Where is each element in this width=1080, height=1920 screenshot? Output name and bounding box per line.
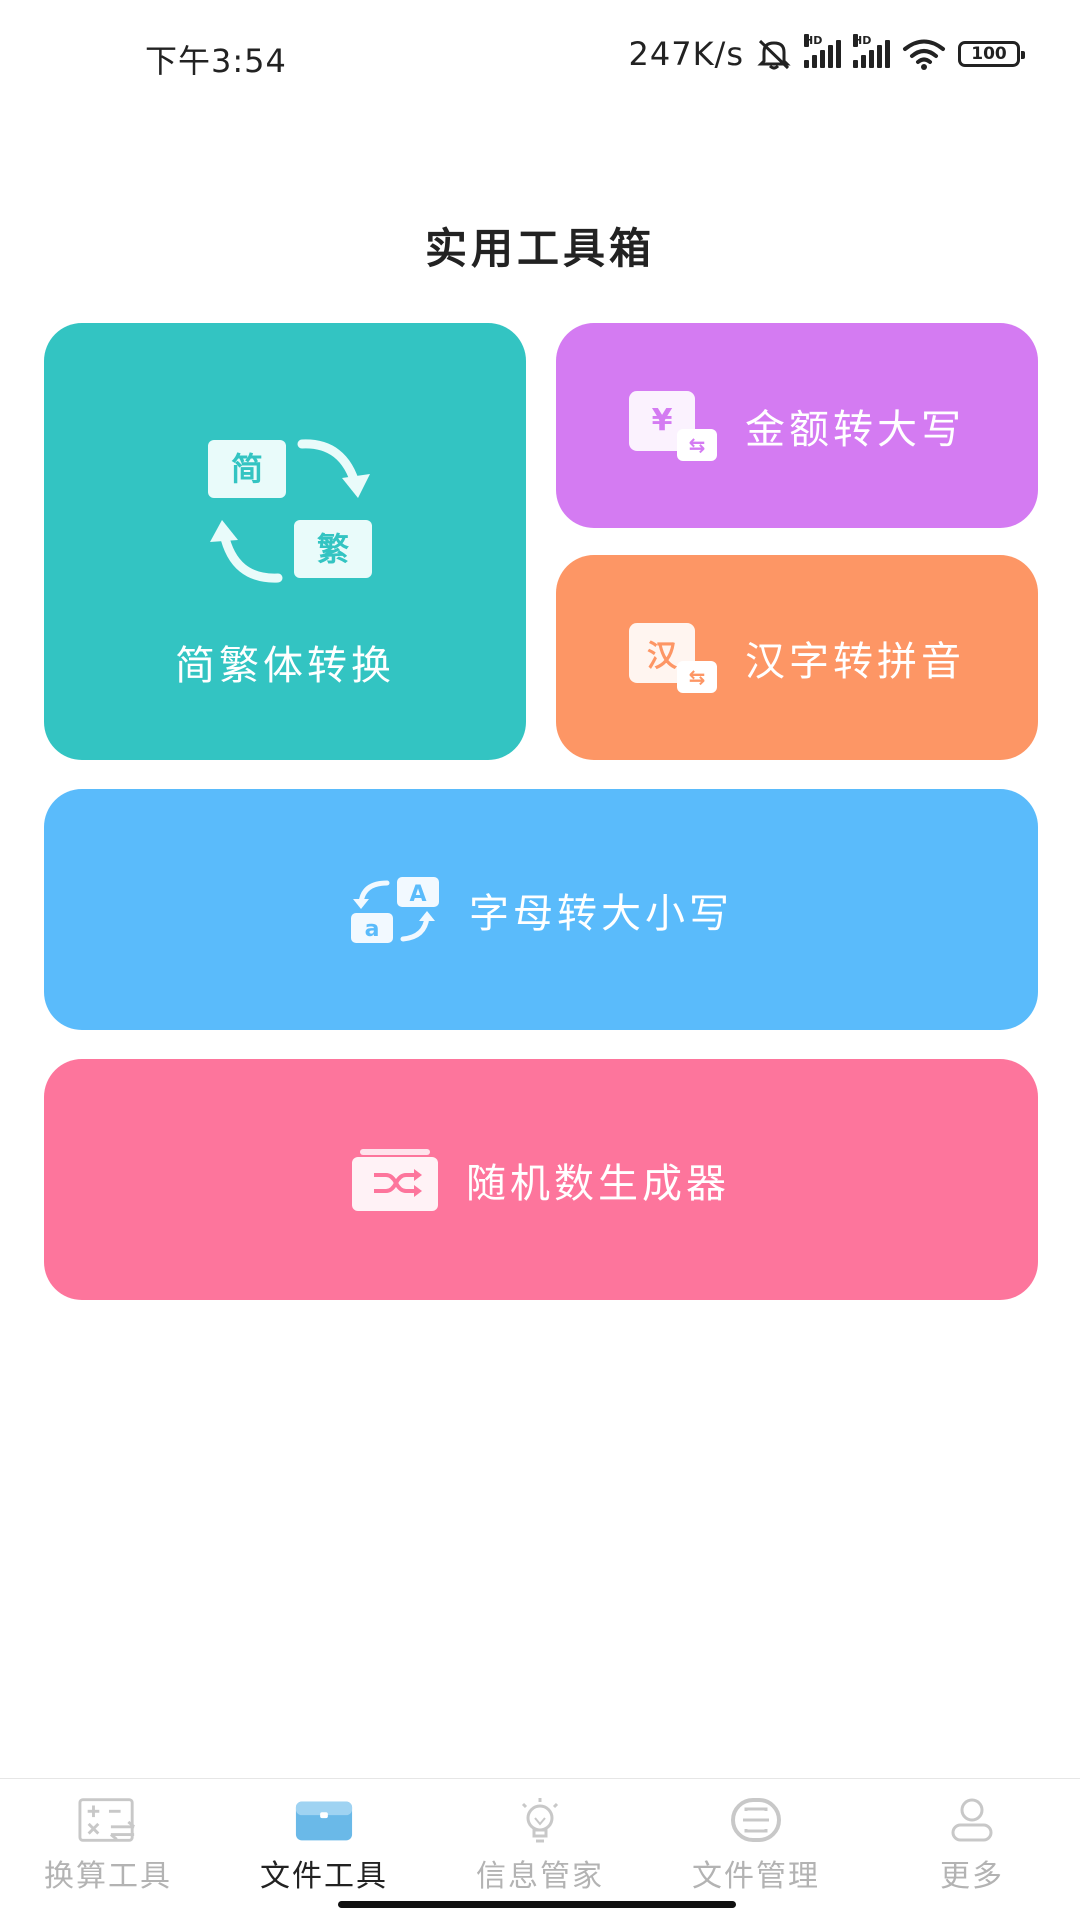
status-bar: 下午3:54 247K/s HD HD 100 [0, 0, 1080, 110]
scan-icon [731, 1798, 781, 1842]
hanzi-pinyin-card[interactable]: 汉 ⇆ 汉字转拼音 [556, 555, 1038, 760]
letter-case-label: 字母转大小写 [469, 890, 733, 937]
svg-text:A: A [409, 882, 426, 907]
status-indicators: 247K/s HD HD 100 [628, 34, 1025, 74]
status-time: 下午3:54 [145, 42, 287, 80]
user-icon [951, 1798, 993, 1842]
nav-item-more[interactable]: 更多 [864, 1779, 1080, 1920]
cell-signal-2-icon: HD [853, 34, 890, 68]
simp-trad-convert-card[interactable]: 简 繁 简繁体转换 [44, 323, 526, 760]
letter-case-card[interactable]: A a 字母转大小写 [44, 789, 1038, 1030]
nav-label-info-manager: 信息管家 [476, 1859, 604, 1894]
nav-item-info-manager[interactable]: 信息管家 [432, 1779, 648, 1920]
hanzi-pinyin-label: 汉字转拼音 [745, 638, 965, 685]
battery-icon: 100 [958, 41, 1025, 67]
network-speed: 247K/s [628, 35, 744, 73]
trad-char: 繁 [317, 530, 349, 568]
amount-uppercase-label: 金额转大写 [745, 406, 965, 453]
nav-label-file-manager: 文件管理 [692, 1859, 820, 1894]
calculator-icon [78, 1798, 136, 1842]
lightbulb-icon [521, 1798, 559, 1843]
bottom-nav: 换算工具 文件工具 信息管家 文件管理 更多 [0, 1778, 1080, 1920]
svg-text:a: a [365, 917, 380, 942]
cell-signal-1-icon: HD [804, 34, 841, 68]
wifi-icon [903, 39, 945, 70]
home-indicator[interactable] [338, 1901, 736, 1908]
yen-swap-icon: ¥ ⇆ [629, 390, 717, 461]
nav-label-file-tools: 文件工具 [260, 1859, 388, 1894]
letter-case-icon: A a [351, 876, 439, 943]
simp-trad-icon: 简 繁 [208, 439, 372, 583]
mute-bell-icon [757, 39, 791, 70]
simp-char: 简 [231, 450, 263, 488]
simp-trad-label: 简繁体转换 [175, 643, 395, 689]
nav-item-file-manager[interactable]: 文件管理 [648, 1779, 864, 1920]
amount-uppercase-card[interactable]: ¥ ⇆ 金额转大写 [556, 323, 1038, 528]
nav-label-convert-tools: 换算工具 [44, 1859, 172, 1894]
random-number-label: 随机数生成器 [466, 1160, 730, 1207]
toolbox-icon [295, 1801, 353, 1841]
nav-label-more: 更多 [940, 1859, 1004, 1894]
nav-item-file-tools[interactable]: 文件工具 [216, 1779, 432, 1920]
nav-item-convert-tools[interactable]: 换算工具 [0, 1779, 216, 1920]
page-title: 实用工具箱 [424, 224, 655, 273]
random-number-card[interactable]: 随机数生成器 [44, 1059, 1038, 1300]
hanzi-swap-icon: 汉 ⇆ [629, 622, 717, 693]
shuffle-icon [352, 1148, 438, 1211]
